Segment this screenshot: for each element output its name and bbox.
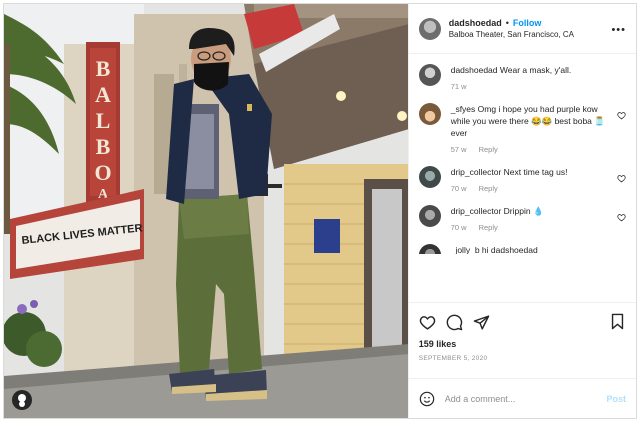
photo-illustration: B A L B O A BLACK LIVES MATTER: [4, 4, 408, 418]
comment-text: Drippin 💧: [503, 206, 544, 216]
user-tag-icon[interactable]: [12, 390, 32, 410]
comment-age: 70 w: [450, 223, 467, 232]
comment-username[interactable]: drip_collector: [451, 206, 502, 216]
comment-icon[interactable]: [446, 314, 463, 331]
comment-text: hi dadshoedad: [481, 245, 538, 254]
post-side-panel: dadshoedad • Follow Balboa Theater, San …: [407, 4, 636, 418]
comment-text: Wear a mask, y'all.: [499, 65, 572, 75]
comment-age: 70 w: [450, 184, 467, 193]
reply-button[interactable]: Reply: [479, 183, 498, 195]
svg-text:A: A: [95, 82, 111, 107]
post-photo[interactable]: B A L B O A BLACK LIVES MATTER: [4, 4, 408, 418]
comment-age: 71 w: [450, 82, 467, 91]
comment-item: _jolly_b hi dadshoedad: [418, 244, 626, 254]
reply-button[interactable]: Reply: [479, 144, 498, 156]
svg-text:B: B: [96, 134, 111, 159]
heart-icon[interactable]: [419, 314, 436, 331]
follow-button[interactable]: Follow: [513, 17, 542, 29]
more-options-icon[interactable]: •••: [611, 24, 626, 36]
comment-username[interactable]: drip_collector: [451, 167, 502, 177]
comment-avatar[interactable]: [418, 64, 441, 86]
comment-avatar[interactable]: [418, 244, 441, 254]
comment-username[interactable]: _jolly_b: [451, 245, 480, 254]
share-icon[interactable]: [473, 314, 490, 331]
comment-input[interactable]: [444, 393, 607, 404]
likes-count[interactable]: 159 likes: [419, 339, 626, 349]
comment-item: drip_collector Drippin 💧 70 w Reply: [418, 205, 626, 234]
caption: dadshoedad Wear a mask, y'all. 71 w: [418, 64, 626, 93]
reply-button[interactable]: Reply: [479, 222, 498, 234]
svg-text:L: L: [96, 108, 111, 133]
comment-heart-icon[interactable]: [617, 111, 626, 120]
emoji-icon[interactable]: [419, 391, 435, 407]
comment-age: 57 w: [450, 145, 467, 154]
post-actions: 159 likes SEPTEMBER 5, 2020: [408, 302, 636, 378]
add-comment-bar: Post: [408, 378, 636, 418]
comment-username[interactable]: _sfyes: [451, 104, 476, 114]
comment-avatar[interactable]: [418, 205, 441, 227]
comment-heart-icon[interactable]: [617, 213, 626, 222]
author-username[interactable]: dadshoedad: [449, 17, 502, 29]
post-modal: B A L B O A BLACK LIVES MATTER dadshoeda…: [3, 3, 637, 419]
comment-avatar[interactable]: [418, 166, 441, 188]
comment-avatar[interactable]: [418, 103, 441, 125]
post-location[interactable]: Balboa Theater, San Francisco, CA: [449, 29, 574, 41]
comment-username[interactable]: dadshoedad: [451, 65, 498, 75]
header-separator: •: [505, 17, 509, 28]
comment-item: _sfyes Omg i hope you had purple kow whi…: [418, 103, 626, 156]
comment-heart-icon[interactable]: [617, 174, 626, 183]
svg-text:B: B: [96, 56, 111, 81]
post-header: dadshoedad • Follow Balboa Theater, San …: [408, 4, 636, 54]
bookmark-icon[interactable]: [609, 313, 626, 330]
comments-list[interactable]: dadshoedad Wear a mask, y'all. 71 w _sfy…: [409, 54, 636, 302]
svg-text:O: O: [94, 160, 111, 185]
author-avatar[interactable]: [418, 17, 441, 40]
post-date: SEPTEMBER 5, 2020: [418, 355, 488, 362]
comment-item: drip_collector Next time tag us! 70 w Rep…: [418, 166, 626, 195]
post-comment-button[interactable]: Post: [606, 394, 626, 404]
comment-text: Next time tag us!: [503, 167, 568, 177]
